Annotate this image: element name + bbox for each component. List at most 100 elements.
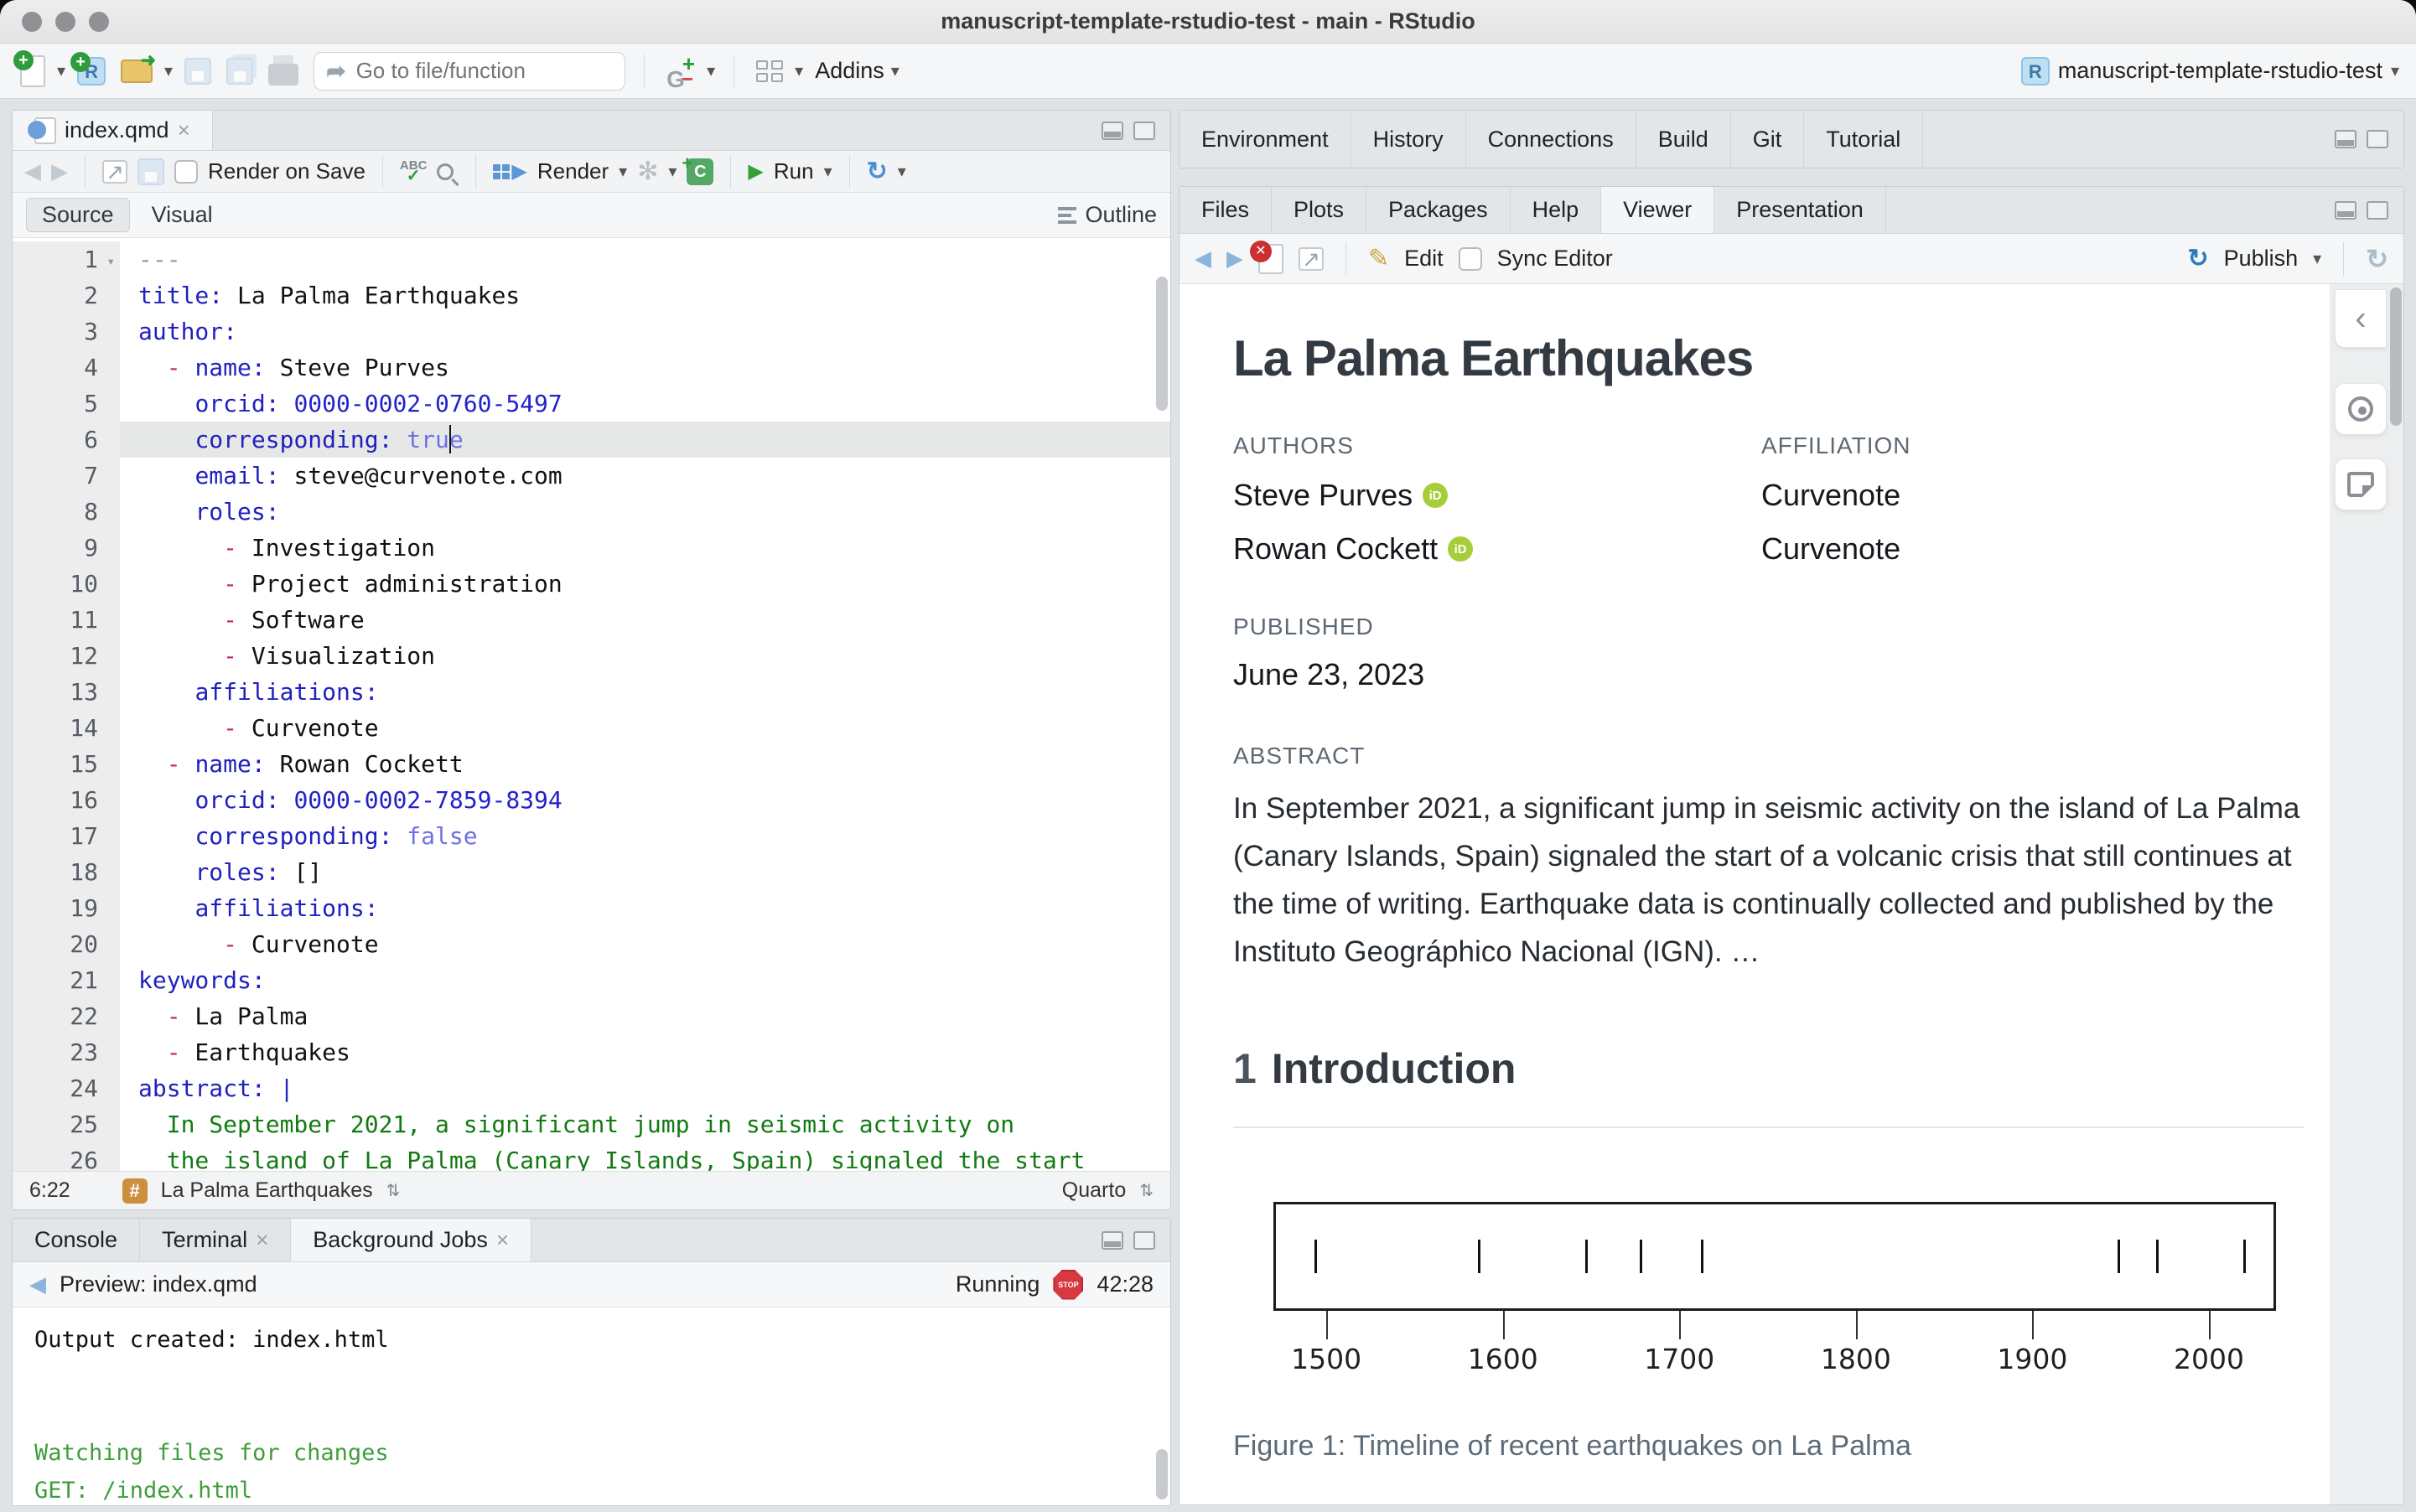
run-label[interactable]: Run bbox=[774, 158, 814, 184]
panes-layout-caret[interactable]: ▾ bbox=[795, 60, 803, 81]
viewer-forward-icon[interactable]: ▶ bbox=[1226, 246, 1243, 272]
code-line-7[interactable]: 7 email: steve@curvenote.com bbox=[13, 458, 1170, 494]
code-line-23[interactable]: 23 - Earthquakes bbox=[13, 1034, 1170, 1070]
save-all-button[interactable] bbox=[223, 51, 257, 91]
tab-packages[interactable]: Packages bbox=[1366, 187, 1511, 233]
close-tab-icon[interactable]: × bbox=[256, 1227, 268, 1253]
gear-icon[interactable]: ✻ bbox=[637, 157, 658, 186]
forward-icon[interactable]: ▶ bbox=[51, 158, 68, 184]
spellcheck-icon[interactable]: ABC ✓ bbox=[400, 159, 428, 184]
goto-file-input[interactable] bbox=[355, 58, 591, 84]
code-line-14[interactable]: 14 - Curvenote bbox=[13, 710, 1170, 746]
run-caret[interactable]: ▾ bbox=[824, 161, 832, 182]
save-doc-icon[interactable] bbox=[137, 158, 164, 185]
tab-environment[interactable]: Environment bbox=[1179, 111, 1351, 168]
scope-updown-icon[interactable]: ⇅ bbox=[386, 1180, 401, 1201]
code-line-11[interactable]: 11 - Software bbox=[13, 602, 1170, 638]
goto-file-box[interactable]: ➦ bbox=[314, 51, 626, 91]
code-line-26[interactable]: 26 the island of La Palma (Canary Island… bbox=[13, 1142, 1170, 1171]
code-line-5[interactable]: 5 orcid: 0000-0002-0760-5497 bbox=[13, 386, 1170, 422]
publish-icon[interactable]: ↻ bbox=[2187, 244, 2208, 273]
new-file-caret[interactable]: ▾ bbox=[57, 60, 65, 81]
open-file-caret[interactable]: ▾ bbox=[164, 60, 173, 81]
fold-icon[interactable]: ▾ bbox=[106, 243, 115, 279]
minimize-pane-icon[interactable] bbox=[2335, 130, 2356, 148]
console-output[interactable]: Output created: index.html Watching file… bbox=[13, 1307, 1170, 1505]
tab-viewer[interactable]: Viewer bbox=[1601, 187, 1715, 233]
orcid-icon[interactable]: iD bbox=[1423, 483, 1449, 508]
version-control-caret[interactable]: ▾ bbox=[707, 60, 715, 81]
tab-files[interactable]: Files bbox=[1179, 187, 1273, 233]
viewer-popout-icon[interactable]: ↗ bbox=[1299, 246, 1324, 271]
sync-editor-checkbox[interactable] bbox=[1458, 246, 1482, 271]
scope-label[interactable]: La Palma Earthquakes bbox=[161, 1178, 373, 1203]
code-line-25[interactable]: 25 In September 2021, a significant jump… bbox=[13, 1106, 1170, 1142]
edit-icon[interactable]: ✎ bbox=[1368, 244, 1389, 273]
render-caret[interactable]: ▾ bbox=[619, 161, 627, 182]
doc-mode-label[interactable]: Quarto bbox=[1062, 1178, 1126, 1203]
minimize-pane-icon[interactable] bbox=[2335, 200, 2356, 220]
code-line-2[interactable]: 2 title: La Palma Earthquakes bbox=[13, 277, 1170, 313]
tab-presentation[interactable]: Presentation bbox=[1714, 187, 1886, 233]
close-tab-icon[interactable]: × bbox=[178, 117, 190, 143]
insert-chunk-icon[interactable]: C bbox=[682, 150, 714, 185]
tab-tutorial[interactable]: Tutorial bbox=[1804, 111, 1924, 168]
addins-button[interactable]: Addins ▾ bbox=[815, 58, 900, 84]
code-line-3[interactable]: 3 author: bbox=[13, 313, 1170, 350]
tab-background-jobs[interactable]: Background Jobs × bbox=[291, 1219, 532, 1261]
collapse-panel-button[interactable]: ‹ bbox=[2335, 289, 2387, 348]
minimize-pane-icon[interactable] bbox=[1102, 1230, 1123, 1250]
code-line-1[interactable]: 1 ▾ --- bbox=[13, 241, 1170, 277]
code-line-24[interactable]: 24 abstract: | bbox=[13, 1070, 1170, 1106]
tab-connections[interactable]: Connections bbox=[1466, 111, 1636, 168]
publish-label[interactable]: Publish bbox=[2224, 246, 2299, 272]
gear-caret[interactable]: ▾ bbox=[668, 161, 677, 182]
panes-layout-button[interactable] bbox=[753, 51, 786, 91]
code-line-22[interactable]: 22 - La Palma bbox=[13, 998, 1170, 1034]
tab-terminal[interactable]: Terminal × bbox=[140, 1219, 292, 1261]
render-button[interactable]: ▶ bbox=[493, 159, 527, 184]
maximize-pane-icon[interactable] bbox=[2367, 130, 2388, 148]
tab-index-qmd[interactable]: index.qmd × bbox=[13, 111, 213, 150]
code-line-21[interactable]: 21 keywords: bbox=[13, 962, 1170, 998]
code-line-6[interactable]: 6 corresponding: true bbox=[13, 422, 1170, 458]
code-line-20[interactable]: 20 - Curvenote bbox=[13, 926, 1170, 962]
search-icon[interactable] bbox=[437, 163, 454, 180]
tab-git[interactable]: Git bbox=[1731, 111, 1805, 168]
editor-scrollbar[interactable] bbox=[1156, 277, 1168, 411]
code-line-13[interactable]: 13 affiliations: bbox=[13, 674, 1170, 710]
code-line-15[interactable]: 15 - name: Rowan Cockett bbox=[13, 746, 1170, 782]
edit-label[interactable]: Edit bbox=[1404, 246, 1444, 272]
code-line-9[interactable]: 9 - Investigation bbox=[13, 530, 1170, 566]
code-editor[interactable]: 1 ▾ --- 2 title: La Palma Earthquakes 3 author… bbox=[13, 238, 1170, 1171]
render-label[interactable]: Render bbox=[537, 158, 609, 184]
code-line-18[interactable]: 18 roles: [] bbox=[13, 854, 1170, 890]
open-file-button[interactable] bbox=[117, 49, 156, 91]
render-on-save-checkbox[interactable] bbox=[174, 159, 198, 184]
popout-icon[interactable]: ↗ bbox=[102, 159, 127, 184]
new-project-button[interactable]: R + bbox=[70, 51, 109, 91]
save-button[interactable] bbox=[181, 51, 215, 91]
project-menu-button[interactable]: R manuscript-template-rstudio-test ▾ bbox=[2020, 56, 2399, 85]
console-scrollbar[interactable] bbox=[1156, 1449, 1168, 1499]
orcid-icon[interactable]: iD bbox=[1448, 536, 1474, 562]
mode-updown-icon[interactable]: ⇅ bbox=[1139, 1180, 1154, 1201]
publish-caret[interactable]: ▾ bbox=[2313, 248, 2321, 269]
run-icon[interactable]: ▶ bbox=[748, 159, 763, 184]
tab-build[interactable]: Build bbox=[1636, 111, 1731, 168]
viewer-scrollbar[interactable] bbox=[2390, 287, 2402, 426]
tab-help[interactable]: Help bbox=[1511, 187, 1602, 233]
tab-plots[interactable]: Plots bbox=[1272, 187, 1367, 233]
code-line-4[interactable]: 4 - name: Steve Purves bbox=[13, 350, 1170, 386]
stop-job-icon[interactable]: STOP bbox=[1053, 1269, 1084, 1300]
code-line-17[interactable]: 17 corresponding: false bbox=[13, 818, 1170, 854]
code-line-16[interactable]: 16 orcid: 0000-0002-7859-8394 bbox=[13, 782, 1170, 818]
back-icon[interactable]: ◀ bbox=[24, 158, 41, 184]
code-line-12[interactable]: 12 - Visualization bbox=[13, 638, 1170, 674]
visibility-button[interactable] bbox=[2335, 383, 2387, 435]
tab-history[interactable]: History bbox=[1351, 111, 1466, 168]
maximize-pane-icon[interactable] bbox=[1133, 121, 1155, 140]
new-file-button[interactable]: + bbox=[13, 49, 49, 91]
annotation-button[interactable] bbox=[2335, 458, 2387, 510]
tab-console[interactable]: Console bbox=[13, 1219, 141, 1261]
